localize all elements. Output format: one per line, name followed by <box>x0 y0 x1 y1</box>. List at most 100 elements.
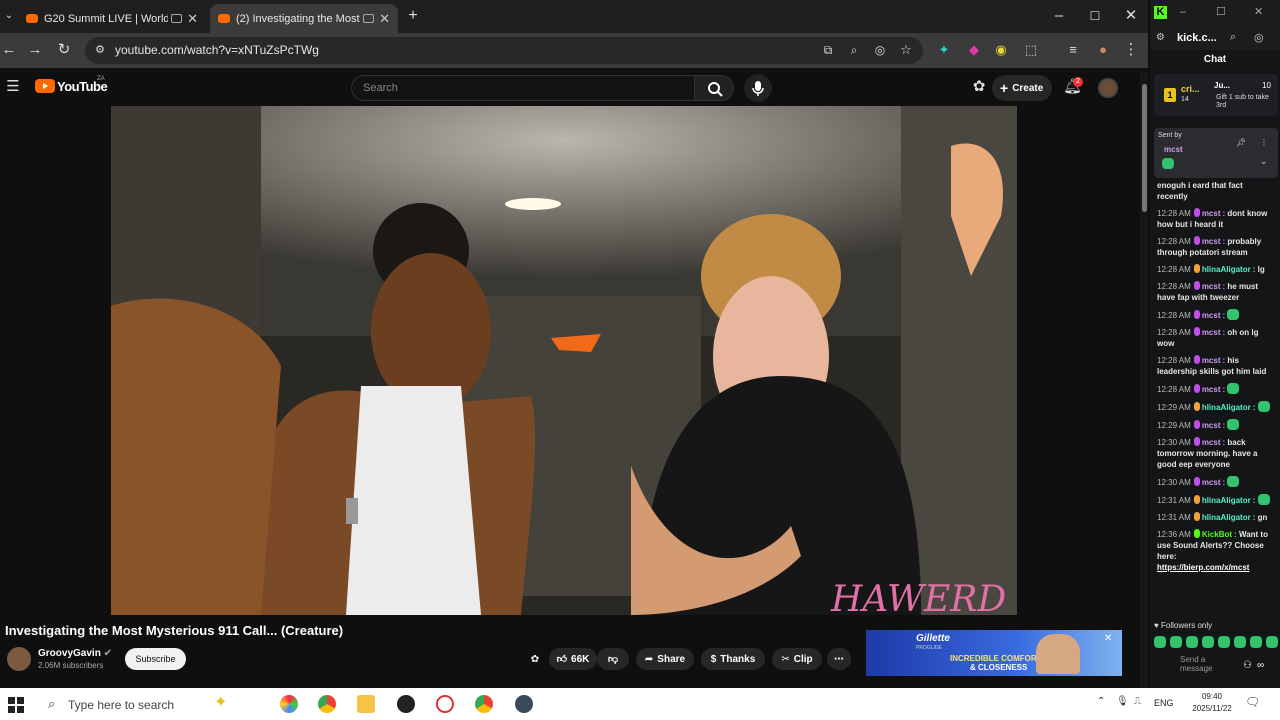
more-actions-button[interactable]: ⋯ <box>827 648 851 670</box>
close-tab-icon[interactable]: ✕ <box>187 11 198 27</box>
channel-name[interactable]: GroovyGavin ✔ <box>38 648 112 659</box>
extension-icon[interactable]: ✦ <box>935 41 953 59</box>
cast-icon[interactable]: ⧉ <box>819 41 837 59</box>
forward-icon[interactable]: → <box>26 41 44 59</box>
youtube-logo-icon[interactable] <box>35 79 55 93</box>
search-icon[interactable]: ⌕ <box>1230 31 1236 44</box>
site-info-icon[interactable]: ⚙ <box>91 41 109 59</box>
zoom-icon[interactable]: ⌕ <box>845 41 863 59</box>
chat-username[interactable]: mcst <box>1202 328 1221 337</box>
extension-flower-icon[interactable]: ✿ <box>523 648 547 670</box>
maximize-icon[interactable]: ☐ <box>1216 5 1226 18</box>
chat-username[interactable]: mcst <box>1202 209 1221 218</box>
chat-username[interactable]: mcst <box>1202 478 1221 487</box>
app-icon[interactable] <box>515 695 533 713</box>
hamburger-menu-icon[interactable]: ☰ <box>4 78 22 96</box>
profile-avatar-icon[interactable]: ● <box>1094 41 1112 59</box>
microphone-icon[interactable]: 🎙︎ <box>1116 696 1129 707</box>
eye-off-icon[interactable]: ◎ <box>1254 31 1264 44</box>
user-badge-icon <box>1193 327 1200 336</box>
ad-banner[interactable]: Gillette PROGLIDE INCREDIBLE COMFORT & C… <box>866 630 1122 676</box>
site-info-icon[interactable]: ⚙ <box>1156 32 1165 43</box>
windows-start-icon[interactable] <box>8 697 24 713</box>
chat-username[interactable]: mcst <box>1202 356 1221 365</box>
gift-leaderboard[interactable]: 1 cri... 14 Ju... 10 Gift 1 sub to take … <box>1154 74 1278 116</box>
extension-icon[interactable]: ◆ <box>965 41 983 59</box>
eye-off-icon[interactable]: ◎ <box>871 41 889 59</box>
maximize-icon[interactable]: ☐ <box>1086 7 1104 25</box>
chat-username[interactable]: mcst <box>1202 438 1221 447</box>
browser-tab-g20[interactable]: G20 Summit LIVE | World Le ✕ <box>18 4 206 33</box>
subscribe-button[interactable]: Subscribe <box>125 648 186 670</box>
kick-url-text[interactable]: kick.c... <box>1177 32 1217 44</box>
taskbar-clock[interactable]: 09:40 2025/11/22 <box>1188 691 1236 715</box>
new-tab-icon[interactable]: + <box>404 7 422 25</box>
like-count: 66K <box>571 653 590 665</box>
plus-icon: + <box>1000 80 1009 96</box>
chat-username[interactable]: hlinaAligator <box>1202 496 1251 505</box>
close-window-icon[interactable]: ✕ <box>1122 7 1140 25</box>
chevron-up-icon[interactable]: ⌃ <box>1097 696 1105 707</box>
dislike-button[interactable]: 👎︎ <box>597 648 629 670</box>
chat-username[interactable]: KickBot <box>1202 530 1232 539</box>
emote-picker-row[interactable] <box>1154 636 1278 648</box>
users-icon[interactable]: ⚇ <box>1243 660 1252 671</box>
app-icon[interactable] <box>397 695 415 713</box>
infinity-icon[interactable]: ∞ <box>1257 660 1264 671</box>
chrome-icon[interactable] <box>475 695 493 713</box>
pin-icon[interactable]: 📌︎ <box>1236 138 1246 147</box>
chrome-icon[interactable] <box>318 695 336 713</box>
thanks-button[interactable]: $ Thanks <box>701 648 765 670</box>
chat-link[interactable]: https://bierp.com/x/mcst <box>1157 563 1249 572</box>
chat-username[interactable]: mcst <box>1202 237 1221 246</box>
clip-button[interactable]: ✂ Clip <box>772 648 822 670</box>
input-language[interactable]: ENG <box>1154 698 1174 708</box>
tab-search-icon[interactable]: ⌄ <box>0 7 18 25</box>
taskbar-search-input[interactable]: Type here to search <box>44 694 264 716</box>
chat-username[interactable]: mcst <box>1202 421 1221 430</box>
file-explorer-icon[interactable] <box>357 695 375 713</box>
more-options-icon[interactable]: ⋮ <box>1260 138 1268 147</box>
pinned-message[interactable]: Sent by mcst 📌︎ ⋮ ⌄ <box>1154 128 1278 178</box>
close-window-icon[interactable]: ✕ <box>1254 5 1263 18</box>
minimize-icon[interactable]: – <box>1180 6 1186 18</box>
chat-username[interactable]: mcst <box>1202 282 1221 291</box>
ad-close-icon[interactable]: ✕ <box>1104 633 1112 644</box>
app-icon[interactable] <box>436 695 454 713</box>
emote-icon <box>1234 636 1246 648</box>
extensions-puzzle-icon[interactable]: ⬚ <box>1022 41 1040 59</box>
search-button[interactable] <box>694 75 734 101</box>
search-highlight-icon[interactable]: ✦ <box>214 692 227 712</box>
chat-username[interactable]: hlinaAligator <box>1202 513 1251 522</box>
voice-search-button[interactable] <box>744 74 772 102</box>
close-tab-icon[interactable]: ✕ <box>379 11 390 27</box>
chat-username[interactable]: mcst <box>1202 311 1221 320</box>
chat-input[interactable]: Send a message <box>1180 655 1236 677</box>
account-avatar[interactable] <box>1098 78 1118 98</box>
browser-menu-icon[interactable]: ⋮ <box>1122 41 1140 59</box>
minimize-icon[interactable]: – <box>1050 7 1068 25</box>
chat-username[interactable]: hlinaAligator <box>1202 403 1251 412</box>
address-bar[interactable]: ⚙ youtube.com/watch?v=xNTuZsPcTWg ⧉ ⌕ ◎ … <box>85 37 923 64</box>
network-icon[interactable]: ⎍ <box>1134 696 1141 707</box>
bookmark-star-icon[interactable]: ☆ <box>897 41 915 59</box>
like-button[interactable]: 👍︎ 66K <box>549 648 597 670</box>
media-controls-icon[interactable]: ≡ <box>1064 41 1082 59</box>
copilot-icon[interactable] <box>280 695 298 713</box>
reload-icon[interactable]: ↻ <box>55 41 73 59</box>
video-player[interactable]: HAWERD <box>111 106 1017 615</box>
chevron-down-icon[interactable]: ⌄ <box>1260 156 1268 167</box>
chat-username[interactable]: hlinaAligator <box>1202 265 1251 274</box>
back-icon[interactable]: ← <box>0 41 18 59</box>
page-scrollbar-thumb[interactable] <box>1142 84 1147 212</box>
extension-icon[interactable]: ◉ <box>992 41 1010 59</box>
notifications-icon[interactable]: 🗨︎ <box>1245 695 1260 709</box>
share-button[interactable]: ➦ Share <box>636 648 694 670</box>
search-input[interactable]: Search <box>351 75 695 101</box>
chat-username[interactable]: mcst <box>1202 385 1221 394</box>
create-button[interactable]: + Create <box>992 75 1052 101</box>
browser-tab-active[interactable]: (2) Investigating the Most M ✕ <box>210 4 398 33</box>
user-badge-icon <box>1193 310 1200 319</box>
channel-avatar[interactable] <box>7 647 31 671</box>
upload-extension-icon[interactable]: ✿ <box>970 78 988 96</box>
